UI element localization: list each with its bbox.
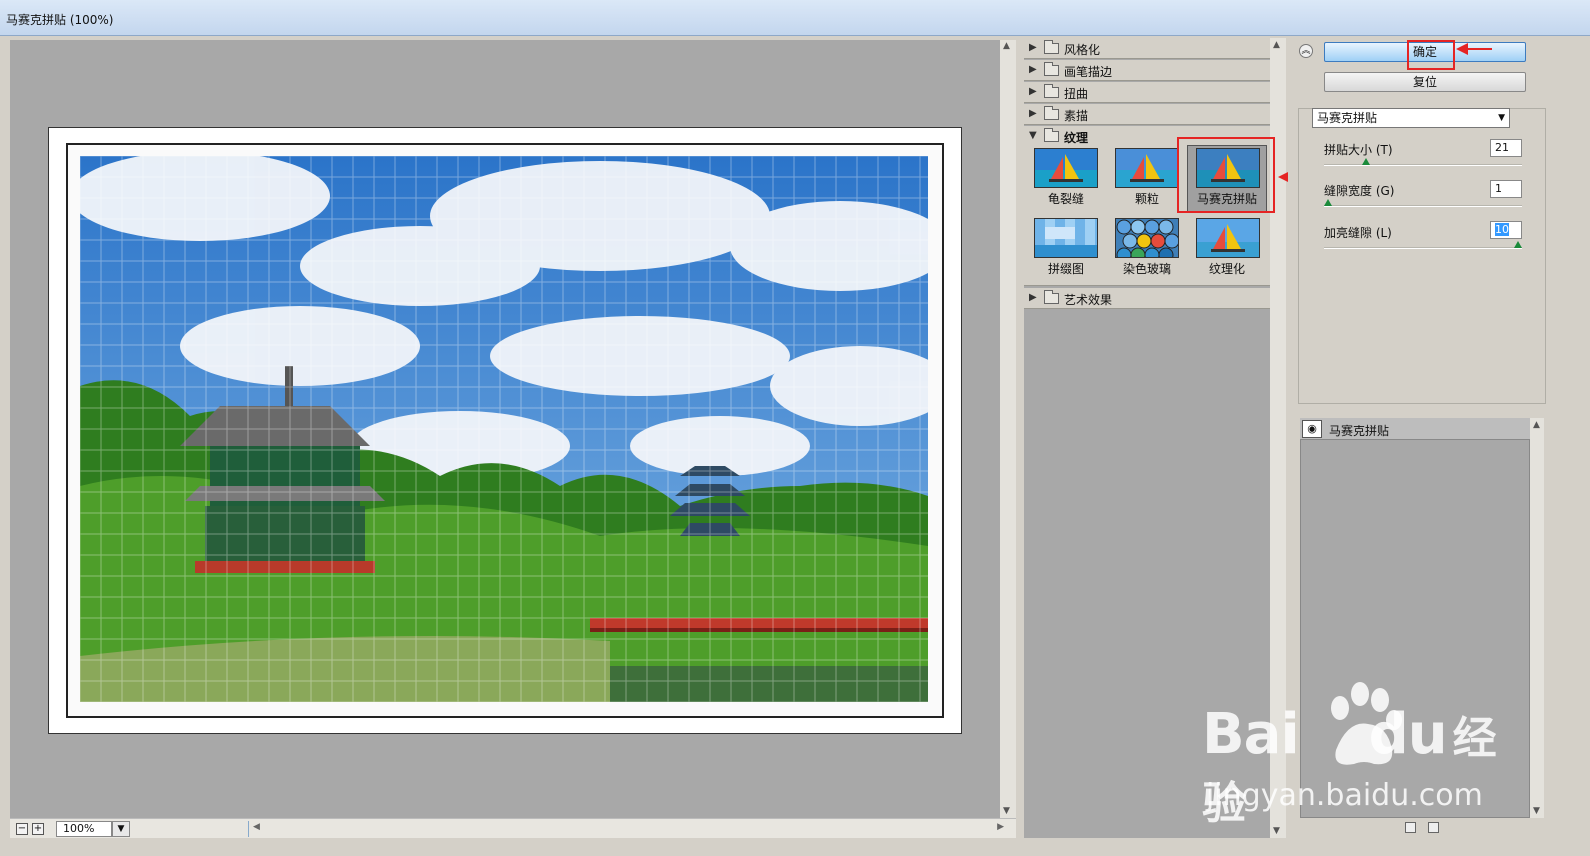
preview-vertical-scrollbar[interactable]: ▲ ▼ bbox=[1000, 40, 1016, 818]
category-label: 素描 bbox=[1064, 109, 1089, 123]
patchwork-thumb-icon bbox=[1035, 227, 1097, 257]
filter-label: 龟裂缝 bbox=[1047, 192, 1084, 206]
reset-button[interactable]: 复位 bbox=[1324, 72, 1526, 92]
lighten-grout-label: 加亮缝隙 (L) bbox=[1324, 226, 1392, 240]
filter-label: 染色玻璃 bbox=[1122, 262, 1171, 276]
zoom-out-button[interactable]: − bbox=[16, 823, 28, 835]
lighten-grout-value: 10 bbox=[1495, 223, 1509, 236]
filter-label: 颗粒 bbox=[1134, 192, 1159, 206]
thumbnail-craquelure[interactable] bbox=[1034, 148, 1098, 188]
tile-size-label: 拼贴大小 (T) bbox=[1324, 143, 1393, 157]
category-label: 扭曲 bbox=[1064, 87, 1089, 101]
folder-icon bbox=[1044, 84, 1059, 98]
folder-icon bbox=[1044, 106, 1059, 120]
category-stylize[interactable]: ▶ 风格化 bbox=[1024, 38, 1270, 59]
eye-icon[interactable]: ◉ bbox=[1302, 420, 1322, 438]
window-title: 马赛克拼贴 (100%) bbox=[6, 13, 114, 27]
collapse-gallery-icon[interactable]: ︽ bbox=[1299, 44, 1313, 58]
scroll-right-icon[interactable]: ▶ bbox=[997, 822, 1004, 832]
grout-width-slider[interactable] bbox=[1324, 199, 1522, 207]
annotation-highlight-box bbox=[1407, 40, 1455, 70]
category-brush-strokes[interactable]: ▶ 画笔描边 bbox=[1024, 60, 1270, 81]
category-artistic[interactable]: ▶ 艺术效果 bbox=[1024, 288, 1270, 309]
stained-glass-thumb-icon bbox=[1116, 219, 1178, 257]
tile-size-slider[interactable] bbox=[1324, 158, 1522, 166]
slider-knob-icon[interactable] bbox=[1324, 199, 1332, 206]
preview-horizontal-scrollbar[interactable]: ◀ ▶ bbox=[248, 821, 1008, 837]
watermark-bai: Bai bbox=[1202, 702, 1300, 767]
status-bar: − + 100% ▼ ◀ ▶ bbox=[10, 818, 1016, 838]
scroll-up-icon[interactable]: ▲ bbox=[1533, 420, 1540, 430]
category-label: 纹理 bbox=[1064, 131, 1089, 145]
sailboat-thumb-icon bbox=[1211, 224, 1245, 252]
grout-width-label: 缝隙宽度 (G) bbox=[1324, 184, 1395, 198]
layers-scrollbar[interactable]: ▲ ▼ bbox=[1530, 418, 1544, 818]
category-distort[interactable]: ▶ 扭曲 bbox=[1024, 82, 1270, 103]
slider-knob-icon[interactable] bbox=[1514, 241, 1522, 248]
scroll-down-icon[interactable]: ▼ bbox=[1003, 806, 1010, 816]
scroll-left-icon[interactable]: ◀ bbox=[253, 822, 260, 832]
title-bar: 马赛克拼贴 (100%) bbox=[0, 0, 1590, 36]
scroll-up-icon[interactable]: ▲ bbox=[1003, 41, 1010, 51]
annotation-arrow-icon bbox=[1456, 43, 1492, 55]
zoom-field[interactable]: 100% bbox=[56, 821, 112, 837]
category-sketch[interactable]: ▶ 素描 bbox=[1024, 104, 1270, 125]
baidu-watermark: Bai du 经验 jingyan.baidu.com bbox=[1200, 680, 1500, 829]
expand-arrow-icon[interactable]: ▶ bbox=[1029, 86, 1037, 97]
expand-arrow-icon[interactable]: ▶ bbox=[1029, 108, 1037, 119]
scroll-down-icon[interactable]: ▼ bbox=[1533, 806, 1540, 816]
category-label: 画笔描边 bbox=[1064, 65, 1113, 79]
preview-image bbox=[80, 156, 928, 702]
thumbnail-texturizer[interactable] bbox=[1196, 218, 1260, 258]
scroll-up-icon[interactable]: ▲ bbox=[1273, 40, 1280, 50]
filter-label: 拼缀图 bbox=[1047, 262, 1084, 276]
filter-select-value: 马赛克拼贴 bbox=[1317, 111, 1378, 125]
mosaic-photo-graphic bbox=[80, 156, 928, 702]
folder-icon bbox=[1044, 62, 1059, 76]
effect-layer-name: 马赛克拼贴 bbox=[1329, 424, 1390, 438]
baidu-paw-icon bbox=[1331, 682, 1402, 765]
expand-arrow-icon[interactable]: ▶ bbox=[1029, 292, 1037, 303]
tile-size-input[interactable]: 21 bbox=[1490, 139, 1522, 157]
expand-arrow-icon[interactable]: ▶ bbox=[1029, 42, 1037, 53]
folder-icon bbox=[1044, 40, 1059, 54]
sailboat-thumb-icon bbox=[1130, 154, 1164, 182]
zoom-in-button[interactable]: + bbox=[32, 823, 44, 835]
folder-open-icon bbox=[1044, 128, 1059, 142]
expand-arrow-icon[interactable]: ▶ bbox=[1029, 64, 1037, 75]
lighten-grout-slider[interactable] bbox=[1324, 241, 1522, 249]
filter-select[interactable]: 马赛克拼贴 ▼ bbox=[1312, 108, 1510, 128]
slider-knob-icon[interactable] bbox=[1362, 158, 1370, 165]
thumbnail-grain[interactable] bbox=[1115, 148, 1179, 188]
folder-icon bbox=[1044, 290, 1059, 304]
sailboat-thumb-icon bbox=[1049, 154, 1083, 182]
zoom-dropdown-icon[interactable]: ▼ bbox=[112, 821, 130, 837]
category-label: 风格化 bbox=[1064, 43, 1101, 57]
annotation-highlight-box bbox=[1177, 137, 1275, 213]
filter-label: 纹理化 bbox=[1208, 262, 1245, 276]
collapse-arrow-icon[interactable]: ▼ bbox=[1029, 130, 1037, 141]
lighten-grout-input[interactable]: 10 bbox=[1490, 221, 1522, 239]
grout-width-input[interactable]: 1 bbox=[1490, 180, 1522, 198]
category-label: 艺术效果 bbox=[1064, 293, 1113, 307]
watermark-url: jingyan.baidu.com bbox=[1206, 778, 1483, 813]
chevron-down-icon: ▼ bbox=[1498, 113, 1505, 123]
thumbnail-patchwork[interactable] bbox=[1034, 218, 1098, 258]
thumbnail-stained-glass[interactable] bbox=[1115, 218, 1179, 258]
